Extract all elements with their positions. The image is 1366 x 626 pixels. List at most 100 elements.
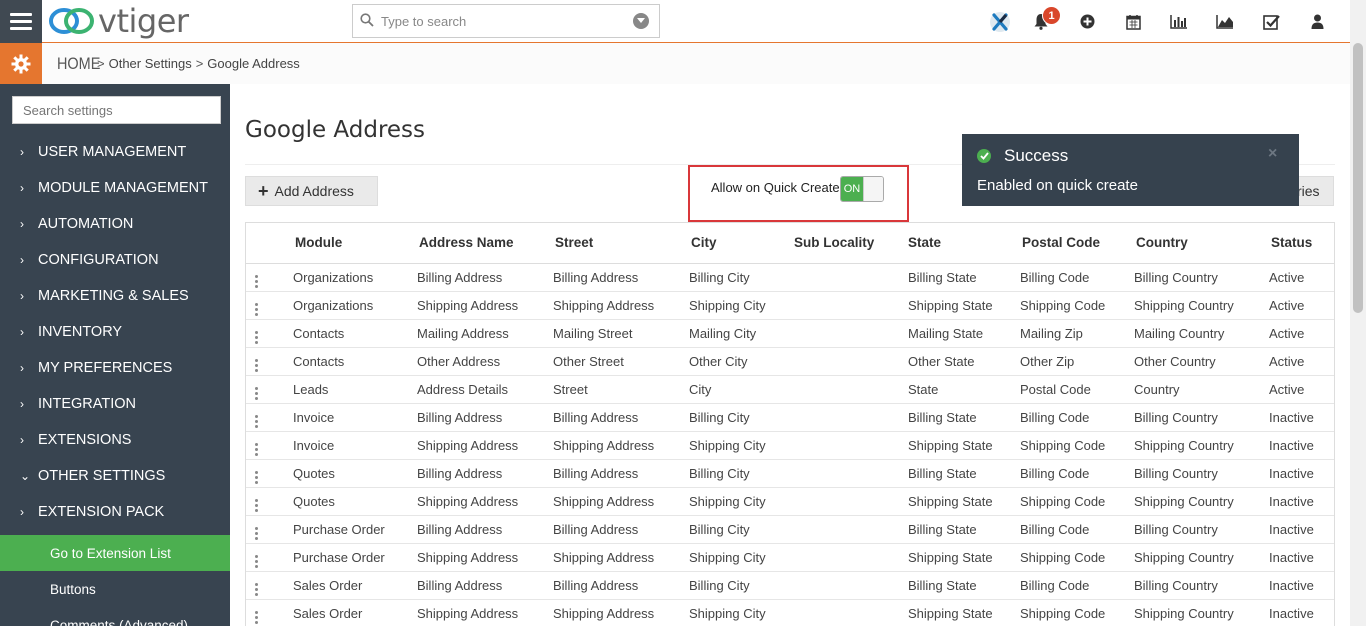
table-cell: Shipping Address [415, 291, 551, 320]
table-cell: Invoice [291, 403, 415, 432]
sidebar-subitem-go-to-extension-list[interactable]: Go to Extension List [0, 535, 230, 571]
settings-sidebar: › USER MANAGEMENT › MODULE MANAGEMENT › AUT… [0, 84, 230, 626]
success-check-icon [977, 149, 991, 163]
scrollbar-thumb[interactable] [1353, 43, 1363, 313]
table-cell: Shipping City [687, 599, 790, 626]
table-cell [790, 347, 904, 376]
table-cell [790, 543, 904, 572]
table-row[interactable]: Purchase Order Billing Address Billing Add… [246, 515, 1334, 544]
sidebar-item-automation[interactable]: › AUTOMATION [0, 206, 230, 242]
table-cell: Billing City [687, 403, 790, 432]
table-cell: Shipping City [687, 487, 790, 516]
sidebar-subitem-buttons[interactable]: Buttons [0, 571, 230, 607]
page-title: Google Address [245, 117, 426, 143]
table-cell: Billing Address [415, 263, 551, 292]
table-row[interactable]: Invoice Shipping Address Shipping Address S… [246, 431, 1334, 460]
toast-close-icon[interactable]: × [1268, 145, 1277, 163]
table-cell: Billing City [687, 263, 790, 292]
sidebar-item-module-management[interactable]: › MODULE MANAGEMENT [0, 170, 230, 206]
sidebar-item-marketing-sales[interactable]: › MARKETING & SALES [0, 278, 230, 314]
table-cell: Billing Code [1018, 263, 1132, 292]
drag-handle-icon[interactable] [246, 347, 291, 376]
add-address-label: Add Address [274, 183, 354, 199]
bar-chart-icon[interactable] [1156, 0, 1202, 43]
drag-handle-icon[interactable] [246, 515, 291, 544]
drag-handle-icon[interactable] [246, 459, 291, 488]
address-table: Module Address Name Street City Sub Loca… [245, 222, 1335, 626]
page-scrollbar[interactable] [1350, 0, 1366, 626]
table-row[interactable]: Contacts Mailing Address Mailing Street Mai… [246, 319, 1334, 348]
sidebar-item-label: EXTENSION PACK [38, 504, 165, 520]
drag-handle-icon[interactable] [246, 431, 291, 460]
sidebar-item-my-preferences[interactable]: › MY PREFERENCES [0, 350, 230, 386]
x-app-icon[interactable] [982, 0, 1018, 43]
sidebar-subitem-comments-advanced[interactable]: Comments (Advanced) [0, 607, 230, 626]
user-icon[interactable] [1294, 0, 1340, 43]
settings-search-input[interactable] [12, 96, 221, 124]
drag-handle-icon[interactable] [246, 599, 291, 626]
table-cell: Organizations [291, 263, 415, 292]
breadcrumb-other-settings[interactable]: Other Settings [109, 56, 192, 71]
settings-gear-icon[interactable] [0, 43, 42, 84]
top-bar: vtiger 1 [0, 0, 1366, 43]
drag-handle-icon[interactable] [246, 487, 291, 516]
table-row[interactable]: Leads Address Details Street City State Posta… [246, 375, 1334, 404]
table-cell: Other Address [415, 347, 551, 376]
search-input[interactable] [381, 13, 633, 29]
sidebar-item-other-settings[interactable]: ⌄ OTHER SETTINGS [0, 458, 230, 494]
plus-circle-icon[interactable] [1064, 0, 1110, 43]
breadcrumb-home[interactable]: HOME [57, 54, 100, 74]
vtiger-logo[interactable]: vtiger [48, 2, 189, 40]
drag-handle-icon[interactable] [246, 375, 291, 404]
settings-menu: › USER MANAGEMENT › MODULE MANAGEMENT › AUT… [0, 134, 230, 530]
sidebar-item-inventory[interactable]: › INVENTORY [0, 314, 230, 350]
table-cell: Country [1132, 375, 1267, 404]
table-cell: Sales Order [291, 571, 415, 600]
table-row[interactable]: Quotes Billing Address Billing Address Bill… [246, 459, 1334, 488]
table-row[interactable]: Sales Order Shipping Address Shipping Addr… [246, 599, 1334, 626]
table-cell: Inactive [1267, 515, 1334, 544]
bell-icon[interactable]: 1 [1018, 0, 1064, 43]
table-cell: Mailing Zip [1018, 319, 1132, 348]
table-cell [790, 403, 904, 432]
table-cell [790, 487, 904, 516]
table-row[interactable]: Quotes Shipping Address Shipping Address Sh… [246, 487, 1334, 516]
global-search[interactable] [352, 4, 660, 38]
sidebar-item-extensions[interactable]: › EXTENSIONS [0, 422, 230, 458]
drag-handle-icon[interactable] [246, 571, 291, 600]
drag-handle-icon[interactable] [246, 403, 291, 432]
notification-badge: 1 [1042, 6, 1061, 25]
sidebar-item-extension-pack[interactable]: › EXTENSION PACK [0, 494, 230, 530]
table-row[interactable]: Purchase Order Shipping Address Shipping A… [246, 543, 1334, 572]
table-cell: Billing Address [415, 515, 551, 544]
table-cell: Billing State [904, 571, 1018, 600]
table-row[interactable]: Contacts Other Address Other Street Other C… [246, 347, 1334, 376]
sidebar-item-configuration[interactable]: › CONFIGURATION [0, 242, 230, 278]
sidebar-item-user-management[interactable]: › USER MANAGEMENT [0, 134, 230, 170]
chevron-down-icon: ⌄ [20, 469, 31, 483]
add-address-button[interactable]: + Add Address [245, 176, 378, 206]
table-row[interactable]: Invoice Billing Address Billing Address Bil… [246, 403, 1334, 432]
area-chart-icon[interactable] [1202, 0, 1248, 43]
column-header: Module [291, 223, 415, 264]
quick-create-toggle[interactable]: ON [840, 176, 884, 202]
drag-handle-icon[interactable] [246, 543, 291, 572]
table-cell [790, 571, 904, 600]
drag-handle-icon[interactable] [246, 263, 291, 292]
table-cell: Shipping Code [1018, 599, 1132, 626]
drag-handle-icon[interactable] [246, 291, 291, 320]
search-dropdown-icon[interactable] [633, 13, 649, 29]
table-cell: Shipping Code [1018, 291, 1132, 320]
table-row[interactable]: Sales Order Billing Address Billing Addres… [246, 571, 1334, 600]
tasks-checkbox-icon[interactable] [1248, 0, 1294, 43]
table-cell: Purchase Order [291, 543, 415, 572]
table-row[interactable]: Organizations Billing Address Billing Addr… [246, 263, 1334, 292]
table-cell: Other Zip [1018, 347, 1132, 376]
sidebar-item-integration[interactable]: › INTEGRATION [0, 386, 230, 422]
table-row[interactable]: Organizations Shipping Address Shipping Ad… [246, 291, 1334, 320]
table-cell: Other City [687, 347, 790, 376]
calendar-icon[interactable] [1110, 0, 1156, 43]
hamburger-menu-icon[interactable] [0, 0, 42, 43]
drag-handle-icon[interactable] [246, 319, 291, 348]
table-cell: Invoice [291, 431, 415, 460]
